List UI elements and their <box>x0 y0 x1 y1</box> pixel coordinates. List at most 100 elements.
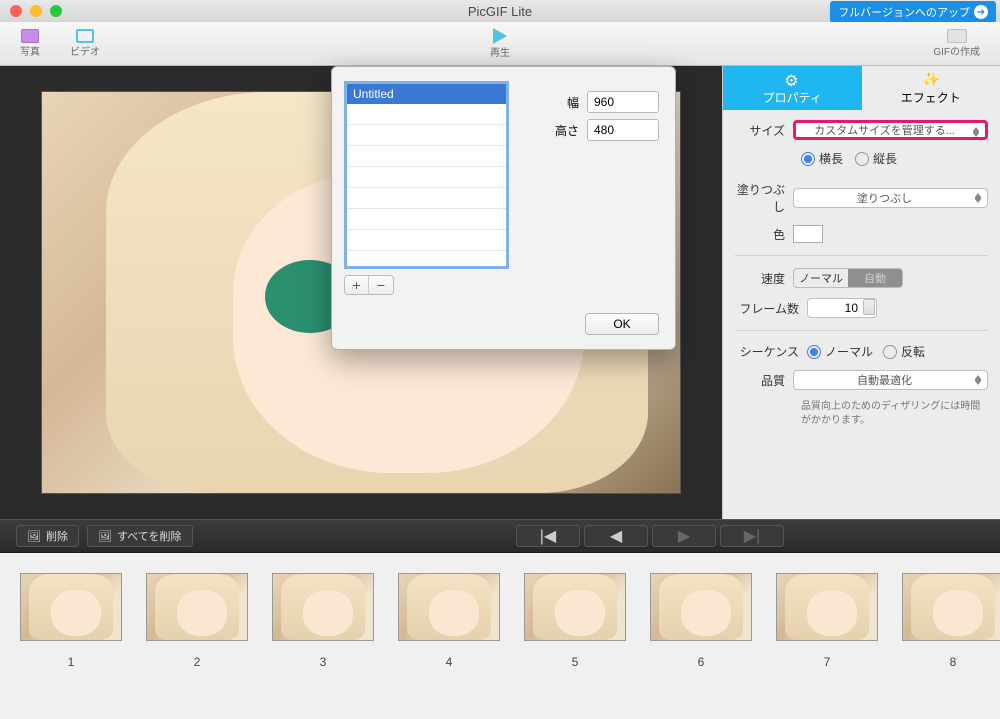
image-icon <box>98 530 112 543</box>
speed-normal-segment[interactable]: ノーマル <box>794 269 848 287</box>
toolbar-play[interactable]: 再生 <box>490 28 510 59</box>
timeline-frame[interactable]: 4 <box>398 573 500 719</box>
speed-label: 速度 <box>735 270 793 287</box>
playback-controls: |◀ ◀ ▶ ▶| <box>516 525 784 547</box>
toolbar: 写真 ビデオ 再生 GIFの作成 <box>0 22 1000 66</box>
toolbar-video-label: ビデオ <box>70 43 100 58</box>
quality-hint: 品質向上のためのディザリングには時間がかかります。 <box>735 400 988 428</box>
size-preset-row[interactable] <box>347 209 506 230</box>
custom-size-dialog: Untitled + − 幅 高さ OK <box>331 66 676 350</box>
frame-number: 1 <box>68 655 75 669</box>
arrow-right-icon: ➔ <box>974 5 988 19</box>
size-preset-list[interactable]: Untitled <box>344 81 509 269</box>
properties-panel: プロパティ エフェクト サイズ カスタムサイズを管理する... 横長 縦長 塗り… <box>722 66 1000 519</box>
photo-icon <box>21 29 39 43</box>
radio-off-icon <box>883 345 897 359</box>
separator <box>735 255 988 256</box>
frame-number: 7 <box>824 655 831 669</box>
quality-select[interactable]: 自動最適化 <box>793 370 988 390</box>
height-input[interactable] <box>587 119 659 141</box>
effects-icon <box>923 71 939 87</box>
toolbar-video[interactable]: ビデオ <box>70 29 100 58</box>
frame-number: 2 <box>194 655 201 669</box>
frame-number: 3 <box>320 655 327 669</box>
quality-label: 品質 <box>735 372 793 389</box>
frame-thumbnail <box>272 573 374 641</box>
color-swatch[interactable] <box>793 225 823 243</box>
frame-thumbnail <box>776 573 878 641</box>
go-last-button[interactable]: ▶| <box>720 525 784 547</box>
video-icon <box>76 29 94 43</box>
frame-thumbnail <box>902 573 1000 641</box>
frame-thumbnail <box>524 573 626 641</box>
remove-preset-button[interactable]: − <box>369 276 393 294</box>
toolbar-play-label: 再生 <box>490 44 510 59</box>
go-first-button[interactable]: |◀ <box>516 525 580 547</box>
size-select[interactable]: カスタムサイズを管理する... <box>793 120 988 140</box>
timeline-frame[interactable]: 8 <box>902 573 1000 719</box>
radio-on-icon <box>801 152 815 166</box>
image-icon <box>27 530 41 543</box>
size-preset-row[interactable] <box>347 188 506 209</box>
frames-label: フレーム数 <box>735 300 807 317</box>
prev-frame-button[interactable]: ◀ <box>584 525 648 547</box>
frame-number: 4 <box>446 655 453 669</box>
bottom-toolbar: 削除 すべてを削除 |◀ ◀ ▶ ▶| <box>0 519 1000 553</box>
toolbar-photo-label: 写真 <box>20 43 40 58</box>
timeline-frame[interactable]: 3 <box>272 573 374 719</box>
tab-effect[interactable]: エフェクト <box>862 66 1000 110</box>
size-preset-row[interactable] <box>347 146 506 167</box>
color-label: 色 <box>735 226 793 243</box>
sequence-label: シーケンス <box>735 343 807 360</box>
frame-thumbnail <box>146 573 248 641</box>
size-preset-row[interactable] <box>347 125 506 146</box>
size-label: サイズ <box>735 122 793 139</box>
width-label: 幅 <box>567 94 579 111</box>
add-preset-button[interactable]: + <box>345 276 369 294</box>
timeline-frame[interactable]: 2 <box>146 573 248 719</box>
timeline-frame[interactable]: 6 <box>650 573 752 719</box>
orientation-horizontal-radio[interactable]: 横長 <box>801 150 843 167</box>
tab-property[interactable]: プロパティ <box>723 66 862 110</box>
gear-icon <box>784 71 800 87</box>
separator <box>735 330 988 331</box>
ok-button[interactable]: OK <box>585 313 659 335</box>
height-label: 高さ <box>555 122 579 139</box>
frame-number: 6 <box>698 655 705 669</box>
tab-property-label: プロパティ <box>763 89 822 106</box>
frame-number: 5 <box>572 655 579 669</box>
width-input[interactable] <box>587 91 659 113</box>
sequence-reverse-radio[interactable]: 反転 <box>883 343 925 360</box>
fill-label: 塗りつぶし <box>735 181 793 215</box>
frame-thumbnail <box>650 573 752 641</box>
size-preset-row[interactable] <box>347 167 506 188</box>
frames-stepper[interactable] <box>863 299 875 315</box>
toolbar-photo[interactable]: 写真 <box>20 29 40 58</box>
frame-thumbnail <box>20 573 122 641</box>
radio-on-icon <box>807 345 821 359</box>
delete-all-frames-button[interactable]: すべてを削除 <box>87 525 193 547</box>
next-frame-button[interactable]: ▶ <box>652 525 716 547</box>
toolbar-create-gif-label: GIFの作成 <box>933 43 980 58</box>
sequence-normal-radio[interactable]: ノーマル <box>807 343 873 360</box>
speed-toggle[interactable]: ノーマル 自動 <box>793 268 903 288</box>
size-preset-item-selected[interactable]: Untitled <box>347 84 506 104</box>
timeline-frame[interactable]: 7 <box>776 573 878 719</box>
toolbar-create-gif[interactable]: GIFの作成 <box>933 29 980 58</box>
frame-number: 8 <box>950 655 957 669</box>
upgrade-button[interactable]: フルバージョンへのアップ ➔ <box>830 1 996 23</box>
orientation-vertical-radio[interactable]: 縦長 <box>855 150 897 167</box>
tab-effect-label: エフェクト <box>901 89 961 106</box>
size-preset-row[interactable] <box>347 104 506 125</box>
radio-off-icon <box>855 152 869 166</box>
timeline-frame[interactable]: 1 <box>20 573 122 719</box>
delete-frame-button[interactable]: 削除 <box>16 525 79 547</box>
size-preset-row[interactable] <box>347 230 506 251</box>
speed-auto-segment[interactable]: 自動 <box>848 269 902 287</box>
upgrade-label: フルバージョンへのアップ <box>838 4 970 20</box>
properties-tabs: プロパティ エフェクト <box>723 66 1000 110</box>
timeline-frame[interactable]: 5 <box>524 573 626 719</box>
fill-select[interactable]: 塗りつぶし <box>793 188 988 208</box>
play-icon <box>493 28 507 44</box>
timeline: 1 2 3 4 5 6 7 8 <box>0 553 1000 719</box>
